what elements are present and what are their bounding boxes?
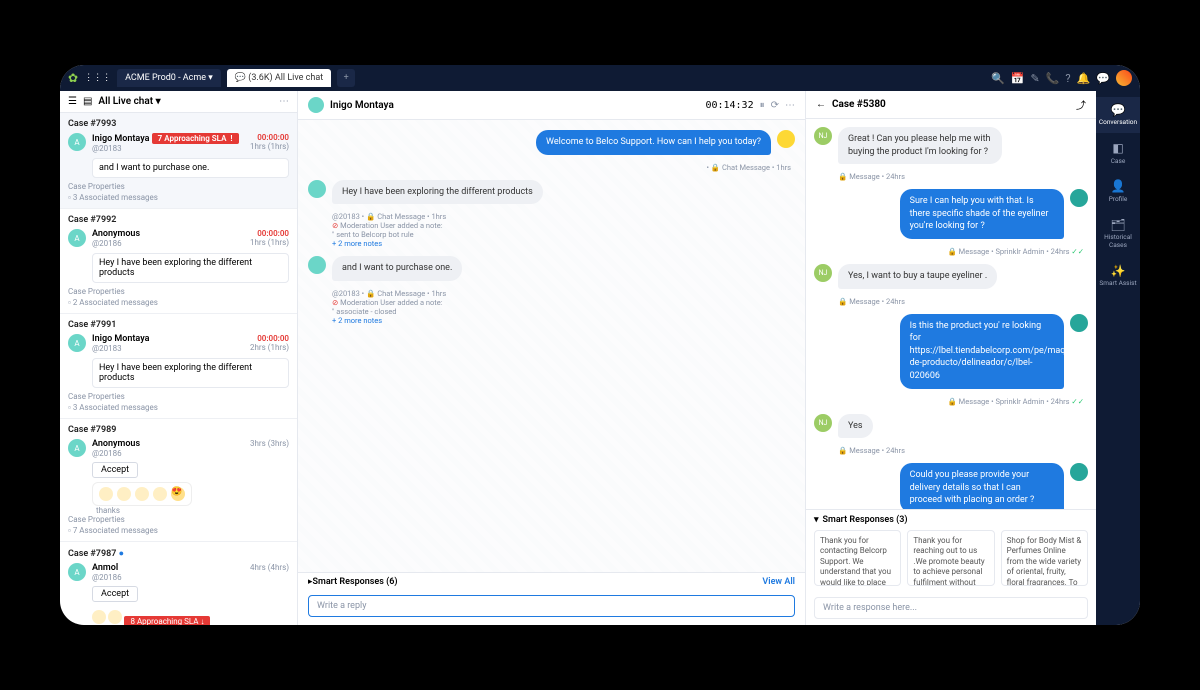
rail-item-profile[interactable]: 👤Profile [1096, 173, 1140, 209]
bell-icon[interactable]: 🔔 [1077, 72, 1091, 85]
outgoing-message: Welcome to Belco Support. How can I help… [536, 130, 771, 155]
accept-button[interactable]: Accept [92, 462, 138, 478]
apps-icon[interactable]: ⋮⋮⋮ [84, 73, 111, 83]
search-icon[interactable]: 🔍 [991, 72, 1005, 85]
associated-messages[interactable]: ▫ 3 Associated messages [68, 403, 289, 412]
cases-more-icon[interactable]: ⋯ [279, 96, 289, 107]
help-icon[interactable]: ? [1065, 72, 1070, 85]
add-tab-button[interactable]: + [337, 69, 355, 87]
agent-message: Could you please provide your delivery d… [900, 463, 1064, 509]
rail-item-conversation[interactable]: 💬Conversation [1096, 97, 1140, 133]
case-item[interactable]: Case #7991 A Inigo Montaya @20183 00:00:… [60, 314, 297, 419]
message-preview: Hey I have been exploring the different … [92, 253, 289, 283]
case-avatar-icon: A [68, 133, 86, 151]
chat-icon[interactable]: 💬 [1096, 72, 1110, 85]
case-item[interactable]: Case #7992 A Anonymous @20186 00:00:001h… [60, 209, 297, 314]
associated-messages[interactable]: ▫ 2 Associated messages [68, 298, 289, 307]
view-all-link[interactable]: View All [762, 577, 795, 587]
rail-item-case[interactable]: ◧Case [1096, 135, 1140, 171]
cases-column: ☰ ▤ All Live chat ▾ ⋯ Case #7993 A Inigo… [60, 91, 298, 625]
sla-badge: 8 Approaching SLA ↓ [124, 616, 210, 625]
incoming-message: and I want to purchase one. [332, 256, 462, 281]
associated-messages[interactable]: ▫ 3 Associated messages [68, 193, 289, 202]
associated-messages[interactable]: ▫ 7 Associated messages [68, 526, 289, 535]
agent-avatar-icon [1070, 189, 1088, 207]
case-title: Case #5380 [832, 99, 886, 110]
agent-message: Is this the product you' re looking for … [900, 314, 1064, 389]
agent-message: Sure I can help you with that. Is there … [900, 189, 1064, 239]
case-smart-responses-toggle[interactable]: ▾ Smart Responses (3) [814, 515, 1088, 525]
case-avatar-icon: A [68, 563, 86, 581]
live-chat-tab[interactable]: 💬 (3.6K) All Live chat [227, 69, 331, 87]
customer-message: Yes, I want to buy a taupe eyeliner . [838, 264, 997, 289]
workspace-tab[interactable]: ACME Prod0 - Acme ▾ [117, 69, 221, 87]
calendar-icon[interactable]: 📅 [1011, 72, 1025, 85]
customer-avatar-icon: NJ [814, 264, 832, 282]
cases-filter-dropdown[interactable]: All Live chat ▾ [98, 96, 160, 107]
pause-icon[interactable]: ⏸ [760, 100, 765, 111]
menu-icon[interactable]: ☰ [68, 96, 77, 107]
call-icon[interactable]: 📞 [1046, 72, 1060, 85]
smart-response-card[interactable]: Thank you for contacting Belcorp Support… [814, 530, 901, 586]
agent-avatar-icon [777, 130, 795, 148]
contact-avatar [308, 97, 324, 113]
contact-name: Inigo Montaya [330, 100, 394, 111]
customer-message: Yes [838, 414, 873, 439]
brand-logo-icon: ✿ [68, 71, 78, 85]
refresh-icon[interactable]: ⟳ [771, 100, 779, 111]
agent-avatar-icon [1070, 463, 1088, 481]
back-icon[interactable]: ← [816, 99, 826, 110]
share-icon[interactable]: ⤴ [1076, 97, 1086, 112]
case-avatar-icon: A [68, 334, 86, 352]
customer-avatar-icon: NJ [814, 127, 832, 145]
response-input[interactable]: Write a response here... [814, 597, 1088, 619]
conv-more-icon[interactable]: ⋯ [785, 100, 795, 111]
case-avatar-icon: A [68, 439, 86, 457]
case-item[interactable]: Case #7989 A Anonymous @20186 3hrs (3hrs… [60, 419, 297, 542]
reply-input[interactable]: Write a reply [308, 595, 795, 617]
app-topbar: ✿ ⋮⋮⋮ ACME Prod0 - Acme ▾ 💬 (3.6K) All L… [60, 65, 1140, 91]
customer-avatar-icon: NJ [814, 414, 832, 432]
smart-responses-bar[interactable]: ▸ Smart Responses (6) View All [298, 572, 805, 591]
smart-response-card[interactable]: Thank you for reaching out to us .We pro… [907, 530, 994, 586]
smart-response-card[interactable]: Shop for Body Mist & Perfumes Online fro… [1001, 530, 1088, 586]
customer-avatar-icon [308, 180, 326, 198]
rail-item-smart-assist[interactable]: ✨Smart Assist [1096, 258, 1140, 294]
accept-button[interactable]: Accept [92, 586, 138, 602]
case-detail-column: ← Case #5380 ⤴ NJ Great ! Can you please … [806, 91, 1096, 625]
list-icon[interactable]: ▤ [83, 96, 92, 107]
message-preview: Hey I have been exploring the different … [92, 358, 289, 388]
user-avatar[interactable] [1116, 70, 1132, 86]
agent-avatar-icon [1070, 314, 1088, 332]
case-item[interactable]: Case #7987 ● A Anmol @20186 4hrs (4hrs)A… [60, 542, 297, 625]
customer-avatar-icon [308, 256, 326, 274]
sla-badge: 7 Approaching SLA ! [152, 133, 239, 144]
conversation-column: Inigo Montaya 00:14:32 ⏸ ⟳ ⋯ Welcome to … [298, 91, 806, 625]
customer-message: Great ! Can you please help me with buyi… [838, 127, 1002, 164]
edit-icon[interactable]: ✎ [1030, 72, 1039, 85]
rail-item-historical-cases[interactable]: 🗂Historical Cases [1096, 212, 1140, 256]
incoming-message: Hey I have been exploring the different … [332, 180, 543, 205]
case-avatar-icon: A [68, 229, 86, 247]
message-preview: and I want to purchase one. [92, 158, 289, 178]
reaction-row: 😍 [92, 482, 192, 506]
right-rail: 💬Conversation◧Case👤Profile🗂Historical Ca… [1096, 91, 1140, 625]
conversation-timer: 00:14:32 [705, 100, 753, 111]
case-item[interactable]: Case #7993 A Inigo Montaya 7 Approaching… [60, 113, 297, 209]
